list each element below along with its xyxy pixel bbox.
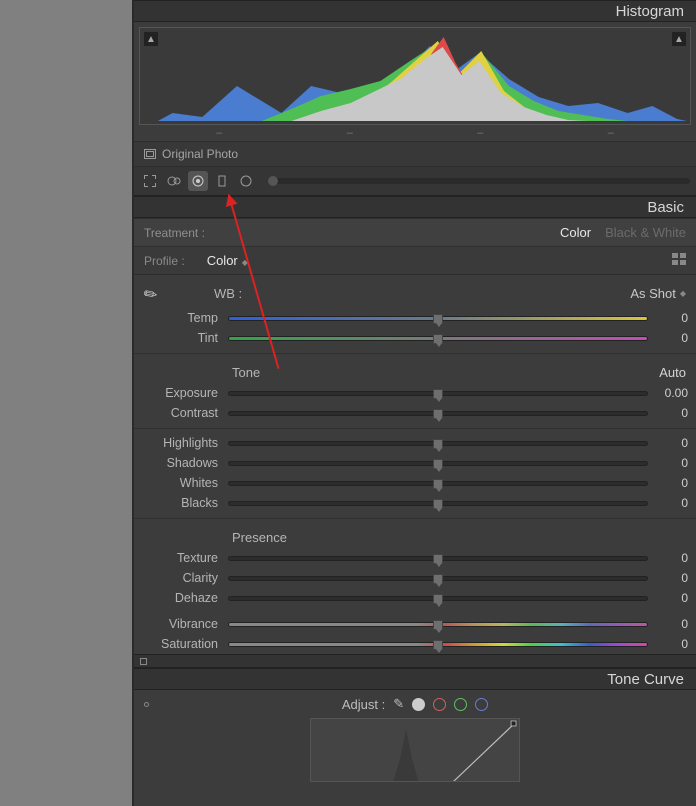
tone-curve-header[interactable]: Tone Curve [134, 668, 696, 690]
histogram-zone-labels: –––– [134, 125, 696, 141]
vibrance-slider[interactable]: Vibrance0 [134, 614, 696, 634]
redeye-tool[interactable] [188, 171, 208, 191]
highlight-clip-indicator[interactable]: ▲ [672, 32, 686, 46]
crop-tool[interactable] [140, 171, 160, 191]
shadow-clip-indicator[interactable]: ▲ [144, 32, 158, 46]
shadows-slider[interactable]: Shadows0 [134, 453, 696, 473]
texture-slider[interactable]: Texture0 [134, 548, 696, 568]
dehaze-slider[interactable]: Dehaze0 [134, 588, 696, 608]
tool-strip [134, 167, 696, 196]
highlights-slider[interactable]: Highlights0 [134, 433, 696, 453]
curve-blue-button[interactable] [475, 698, 488, 711]
tone-group-header: Tone Auto [134, 358, 696, 383]
target-adjust-icon[interactable]: ✎ [393, 696, 404, 712]
curve-red-button[interactable] [433, 698, 446, 711]
profile-browser-icon[interactable] [672, 253, 686, 268]
panel-toggle-icon[interactable] [144, 702, 149, 707]
treatment-row: Treatment : Color Black & White [134, 218, 696, 247]
panel-switch-strip[interactable] [134, 654, 696, 668]
mask-tool[interactable] [212, 171, 232, 191]
brush-tool[interactable] [236, 171, 256, 191]
adjust-label: Adjust : [342, 697, 385, 712]
tool-amount-slider[interactable] [268, 178, 690, 184]
eyedropper-icon[interactable]: ✎ [140, 278, 171, 309]
blacks-slider[interactable]: Blacks0 [134, 493, 696, 513]
treatment-label: Treatment : [144, 226, 205, 240]
profile-dropdown[interactable]: Color◆ [207, 253, 248, 268]
auto-tone-button[interactable]: Auto [659, 365, 686, 380]
tone-label: Tone [232, 365, 260, 380]
basic-header[interactable]: Basic [134, 196, 696, 218]
whites-slider[interactable]: Whites0 [134, 473, 696, 493]
spot-tool[interactable] [164, 171, 184, 191]
tone-curve-chart[interactable] [310, 718, 520, 782]
exposure-slider[interactable]: Exposure0.00 [134, 383, 696, 403]
temp-slider[interactable]: Temp 0 [134, 308, 696, 328]
profile-label: Profile : [144, 254, 185, 268]
profile-row: Profile : Color◆ [134, 247, 696, 275]
treatment-bw[interactable]: Black & White [605, 225, 686, 240]
histogram-header[interactable]: Histogram [134, 0, 696, 22]
contrast-slider[interactable]: Contrast0 [134, 403, 696, 423]
original-photo-label: Original Photo [162, 147, 238, 161]
clarity-slider[interactable]: Clarity0 [134, 568, 696, 588]
presence-label: Presence [232, 530, 287, 545]
presence-group-header: Presence [134, 523, 696, 548]
tint-slider[interactable]: Tint 0 [134, 328, 696, 348]
frame-icon [144, 149, 156, 159]
wb-row: ✎ WB : As Shot◆ [134, 275, 696, 308]
treatment-color[interactable]: Color [560, 225, 591, 240]
curve-rgb-button[interactable] [412, 698, 425, 711]
wb-dropdown[interactable]: As Shot◆ [630, 286, 686, 301]
left-gutter [0, 0, 134, 806]
histogram[interactable]: ▲ ▲ [139, 27, 691, 125]
saturation-slider[interactable]: Saturation0 [134, 634, 696, 654]
histogram-chart [143, 31, 687, 121]
wb-label: WB : [214, 286, 242, 301]
curve-green-button[interactable] [454, 698, 467, 711]
develop-panel: Histogram ▲ ▲ –––– Original Photo [134, 0, 696, 806]
tone-curve-adjust-row: Adjust : ✎ [134, 690, 696, 718]
original-photo-row[interactable]: Original Photo [134, 141, 696, 167]
